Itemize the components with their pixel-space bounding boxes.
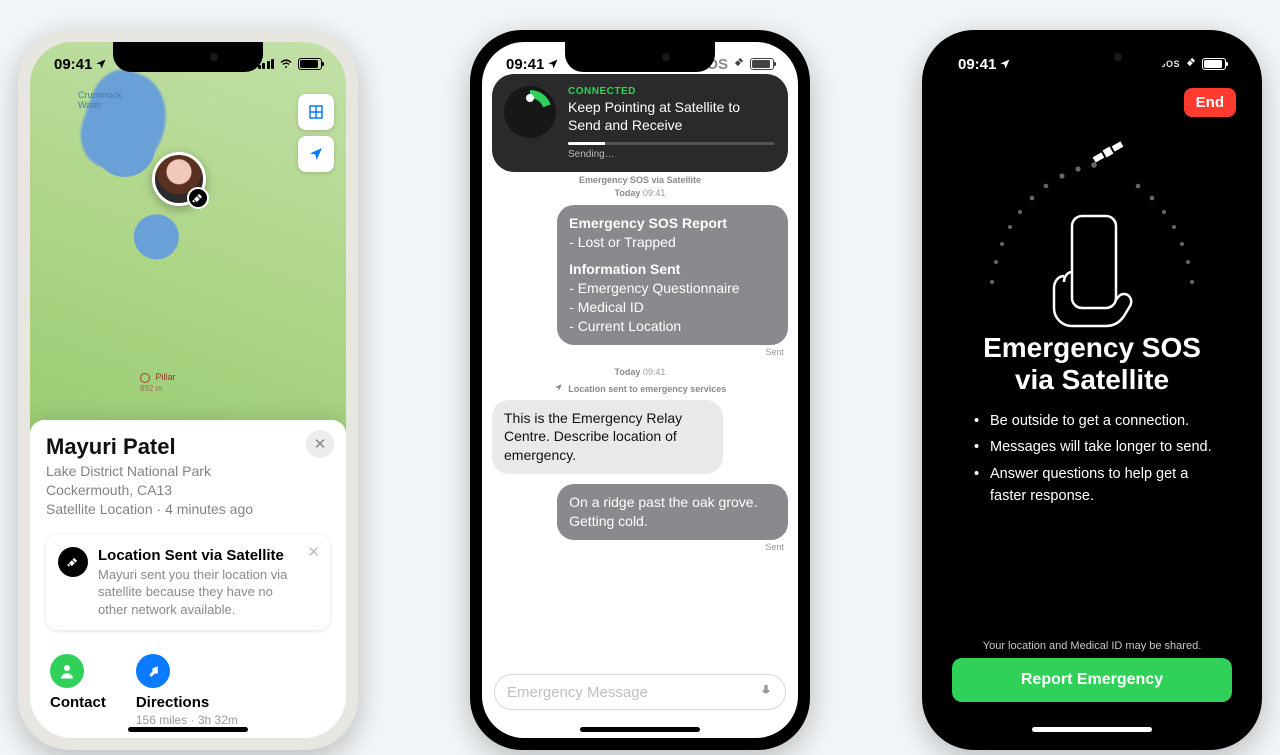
message-placeholder: Emergency Message	[507, 684, 648, 701]
hud-headline: Keep Pointing at Satellite to Send and R…	[568, 99, 774, 134]
map-settings-button[interactable]	[298, 94, 334, 130]
contact-location: Lake District National Park Cockermouth,…	[46, 462, 330, 519]
sending-progress	[568, 142, 774, 145]
home-indicator[interactable]	[128, 727, 248, 732]
status-time: 09:41	[958, 56, 996, 73]
incoming-bubble[interactable]: This is the Emergency Relay Centre. Desc…	[492, 400, 723, 475]
contact-action[interactable]: Contact	[50, 654, 106, 727]
satellite-dial-icon	[504, 86, 556, 138]
sent-label: Sent	[492, 542, 784, 552]
tip-item: Answer questions to help get a faster re…	[974, 463, 1220, 508]
notch	[113, 42, 263, 72]
map-label-pillar: Pillar 892 m	[140, 372, 176, 393]
satellite-status-icon	[732, 55, 746, 73]
contact-sheet: ✕ Mayuri Patel Lake District National Pa…	[30, 420, 346, 738]
dismiss-card-icon[interactable]: ✕	[307, 543, 320, 561]
satellite-status-icon	[1184, 55, 1198, 73]
outgoing-report-bubble[interactable]: Emergency SOS Report Lost or Trapped Inf…	[557, 205, 788, 344]
satellite-icon	[58, 547, 88, 577]
person-icon	[50, 654, 84, 688]
map-locate-button[interactable]	[298, 136, 334, 172]
status-time: 09:41	[506, 56, 544, 73]
timestamp-separator: Today 09:41	[492, 367, 788, 377]
location-arrow-icon	[999, 58, 1011, 70]
sent-label: Sent	[492, 347, 784, 357]
dictate-icon[interactable]	[759, 681, 773, 703]
contact-name: Mayuri Patel	[46, 434, 330, 460]
satellite-badge-icon	[187, 187, 209, 209]
satellite-hud: CONNECTED Keep Pointing at Satellite to …	[492, 74, 788, 172]
map-label-crummock: Crummock Water	[78, 90, 122, 110]
conversation[interactable]: Emergency SOS via Satellite Today 09:41 …	[482, 168, 798, 738]
sos-illustration	[972, 132, 1212, 332]
battery-icon	[750, 58, 774, 70]
hand-phone-icon	[1042, 206, 1142, 341]
location-arrow-icon	[95, 58, 107, 70]
connected-label: CONNECTED	[568, 86, 774, 97]
satellite-info-card: Location Sent via Satellite Mayuri sent …	[46, 535, 330, 631]
end-button[interactable]: End	[1184, 88, 1236, 117]
notch	[1017, 42, 1167, 72]
phone-sos: 09:41 SOS End	[922, 30, 1262, 750]
notch	[565, 42, 715, 72]
thread-header: Emergency SOS via Satellite Today 09:41	[492, 174, 788, 199]
message-input[interactable]: Emergency Message	[494, 674, 786, 710]
close-icon[interactable]: ✕	[306, 430, 334, 458]
satellite-card-desc: Mayuri sent you their location via satel…	[98, 566, 294, 619]
home-indicator[interactable]	[580, 727, 700, 732]
wifi-icon	[278, 58, 294, 70]
report-emergency-button[interactable]: Report Emergency	[952, 658, 1232, 702]
home-indicator[interactable]	[1032, 727, 1152, 732]
location-arrow-icon	[554, 384, 566, 394]
disclaimer: Your location and Medical ID may be shar…	[934, 640, 1250, 652]
satellite-icon	[1092, 141, 1124, 164]
sos-tips: Be outside to get a connection. Messages…	[974, 410, 1220, 512]
directions-action[interactable]: Directions 156 miles · 3h 32m	[136, 654, 238, 727]
tip-item: Messages will take longer to send.	[974, 436, 1220, 458]
battery-icon	[1202, 58, 1226, 70]
sos-title: Emergency SOSvia Satellite	[934, 332, 1250, 396]
outgoing-bubble[interactable]: On a ridge past the oak grove. Getting c…	[557, 484, 788, 540]
tip-item: Be outside to get a connection.	[974, 410, 1220, 432]
satellite-card-title: Location Sent via Satellite	[98, 547, 294, 564]
status-time: 09:41	[54, 56, 92, 73]
phone-findmy: 09:41 Crummock Water Pillar 8	[18, 30, 358, 750]
location-arrow-icon	[547, 58, 559, 70]
contact-avatar-pin[interactable]	[152, 152, 206, 206]
phone-messages: 09:41 SOS CONNECTED Keep Poin	[470, 30, 810, 750]
battery-icon	[298, 58, 322, 70]
directions-icon	[136, 654, 170, 688]
sending-label: Sending…	[568, 149, 774, 160]
location-sent-notice: Location sent to emergency services	[492, 383, 788, 394]
